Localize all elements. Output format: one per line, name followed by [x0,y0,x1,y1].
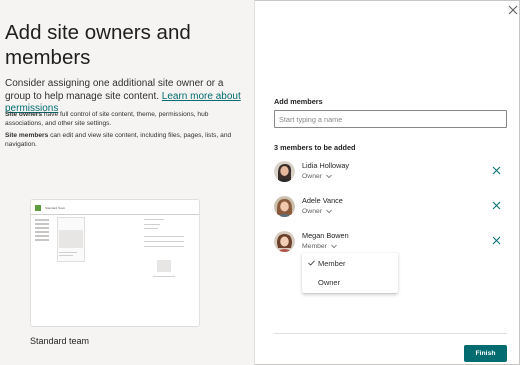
role-option-label: Member [318,259,346,268]
member-role: Member [302,243,327,250]
chevron-down-icon [331,244,337,249]
template-preview: Standard Team [30,199,200,327]
preview-text-line [59,252,77,253]
role-selector[interactable]: Owner [302,208,332,215]
chevron-down-icon [326,174,332,179]
close-icon[interactable] [508,5,518,15]
left-panel: Add site owners and members Consider ass… [0,0,255,365]
page-title: Add site owners and members [5,21,191,69]
preview-quicklinks-line [144,219,164,220]
site-owners-description: Site owners have full control of site co… [5,110,245,128]
checkmark-icon [308,260,315,266]
remove-icon[interactable] [492,236,501,245]
member-role: Owner [302,208,323,215]
preview-quicklinks-line [144,224,160,225]
member-name: Lidia Holloway [302,161,350,170]
role-option-owner[interactable]: Owner [302,273,398,292]
role-option-member[interactable]: Member [302,254,398,273]
preview-quicklinks-line [144,228,158,229]
site-owners-term: Site owners [5,111,43,118]
preview-documents-line [144,236,184,237]
chevron-down-icon [326,209,332,214]
preview-nav-item [35,231,49,233]
preview-nav-item [35,227,49,229]
member-name: Megan Bowen [302,231,349,240]
avatar [274,196,295,217]
role-selector[interactable]: Owner [302,173,332,180]
site-members-term: Site members [5,132,49,139]
preview-news-image [59,230,83,248]
preview-site-title: Standard Team [45,206,66,210]
member-name: Adele Vance [302,196,343,205]
preview-documents-line [144,246,184,247]
preview-nav-item [35,223,49,225]
preview-nav-item [35,219,49,221]
role-selector[interactable]: Member [302,243,337,250]
member-role: Owner [302,173,323,180]
avatar [274,231,295,252]
add-members-input[interactable] [274,110,507,128]
role-option-label: Owner [318,278,341,287]
finish-button[interactable]: Finish [464,345,507,362]
remove-icon[interactable] [492,166,501,175]
preview-header: Standard Team [35,204,65,212]
preview-divider [31,214,199,215]
footer-divider [274,333,507,334]
add-members-label: Add members [274,97,323,106]
preview-text-line [153,276,175,277]
preview-text-line [59,255,73,256]
preview-documents-image [157,260,171,272]
role-dropdown-menu: Member Owner [302,253,398,293]
member-row: Adele Vance Owner [274,196,507,224]
remove-icon[interactable] [492,201,501,210]
members-count: 3 members to be added [274,143,356,152]
preview-nav-item [35,239,49,241]
preview-logo [35,205,41,211]
template-name: Standard team [30,336,90,346]
preview-nav-item [35,235,49,237]
avatar [274,161,295,182]
preview-documents-line [144,241,184,242]
member-row: Lidia Holloway Owner [274,161,507,189]
site-members-description: Site members can edit and view site cont… [5,131,245,149]
